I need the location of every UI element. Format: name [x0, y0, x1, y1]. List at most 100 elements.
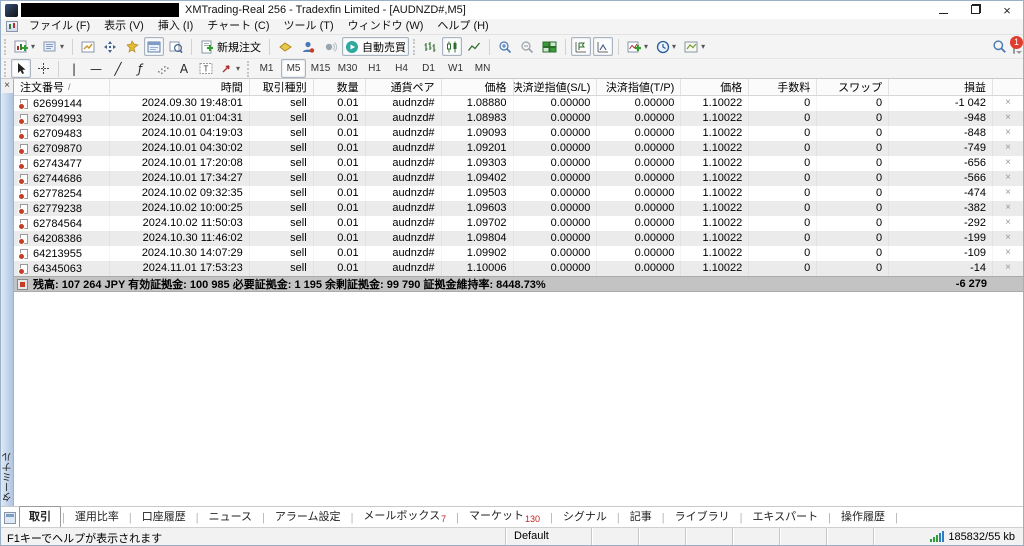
table-row[interactable]: 62704993 2024.10.01 01:04:31 sell 0.01 a…	[14, 111, 1023, 126]
navigator-button[interactable]	[122, 37, 142, 56]
column-header-open-price[interactable]: 価格	[442, 79, 514, 95]
tab-account-history[interactable]: 口座履歴	[133, 507, 195, 527]
menu-item[interactable]: チャート (C)	[200, 19, 276, 34]
column-header-swap[interactable]: スワップ	[817, 79, 889, 95]
terminal-close-button[interactable]: ×	[1, 79, 13, 93]
close-order-button[interactable]: ×	[993, 126, 1023, 141]
close-order-button[interactable]: ×	[993, 261, 1023, 276]
vertical-line-button[interactable]: |	[64, 59, 84, 78]
timeframe-button-h1[interactable]: H1	[362, 59, 387, 78]
channel-button[interactable]	[152, 59, 172, 78]
tile-windows-button[interactable]	[539, 37, 560, 56]
column-header-volume[interactable]: 数量	[314, 79, 366, 95]
timeframe-button-d1[interactable]: D1	[416, 59, 441, 78]
cursor-button[interactable]	[11, 59, 31, 78]
market-watch-button[interactable]	[78, 37, 98, 56]
close-order-button[interactable]: ×	[993, 216, 1023, 231]
status-connection[interactable]: 185832/55 kb	[873, 528, 1023, 545]
timeframe-button-m15[interactable]: M15	[308, 59, 333, 78]
close-order-button[interactable]: ×	[993, 171, 1023, 186]
tab-news[interactable]: ニュース	[200, 507, 261, 527]
column-header-type[interactable]: 取引種別	[250, 79, 314, 95]
tab-journal[interactable]: 操作履歴	[832, 507, 894, 527]
templates-button[interactable]: ▾	[681, 37, 708, 56]
tab-library[interactable]: ライブラリ	[666, 507, 739, 527]
search-button[interactable]	[989, 37, 1010, 56]
close-button[interactable]: ×	[991, 1, 1023, 19]
status-profile[interactable]: Default	[505, 528, 591, 545]
indicators-button[interactable]: ▾	[624, 37, 651, 56]
data-window-button[interactable]	[100, 37, 120, 56]
table-row[interactable]: 62779238 2024.10.02 10:00:25 sell 0.01 a…	[14, 201, 1023, 216]
close-order-button[interactable]: ×	[993, 141, 1023, 156]
terminal-button[interactable]	[144, 37, 164, 56]
panel-dock-icon[interactable]	[4, 512, 16, 524]
tab-articles[interactable]: 記事	[621, 507, 661, 527]
fibonacci-button[interactable]: ƒ	[130, 59, 150, 78]
profiles-button[interactable]: ▾	[40, 37, 67, 56]
close-order-button[interactable]: ×	[993, 111, 1023, 126]
column-header-order[interactable]: 注文番号 /	[14, 79, 110, 95]
arrows-button[interactable]: ▾	[218, 59, 243, 78]
tab-trade[interactable]: 取引	[19, 506, 61, 527]
metaeditor-button[interactable]	[275, 37, 296, 56]
new-chart-button[interactable]: ▾	[11, 37, 38, 56]
bar-chart-button[interactable]	[420, 37, 440, 56]
table-row[interactable]: 64345063 2024.11.01 17:53:23 sell 0.01 a…	[14, 261, 1023, 276]
close-order-button[interactable]: ×	[993, 156, 1023, 171]
column-header-commission[interactable]: 手数料	[749, 79, 817, 95]
close-order-button[interactable]: ×	[993, 246, 1023, 261]
horizontal-line-button[interactable]: —	[86, 59, 106, 78]
crosshair-button[interactable]	[33, 59, 53, 78]
table-row[interactable]: 62784564 2024.10.02 11:50:03 sell 0.01 a…	[14, 216, 1023, 231]
tab-exposure[interactable]: 運用比率	[66, 507, 128, 527]
sound-button[interactable]	[320, 37, 340, 56]
menu-item[interactable]: 挿入 (I)	[151, 19, 200, 34]
column-header-symbol[interactable]: 通貨ペア	[366, 79, 442, 95]
column-header-sl[interactable]: 決済逆指値(S/L)	[514, 79, 598, 95]
ohlc-toggle-button[interactable]	[593, 37, 613, 56]
column-header-time[interactable]: 時間	[110, 79, 250, 95]
menu-item[interactable]: ヘルプ (H)	[430, 19, 495, 34]
chart-window-icon[interactable]	[6, 21, 18, 32]
timeframe-button-mn[interactable]: MN	[470, 59, 495, 78]
autotrade-button[interactable]: 自動売買	[342, 37, 409, 56]
close-order-button[interactable]: ×	[993, 96, 1023, 111]
menu-item[interactable]: ウィンドウ (W)	[341, 19, 431, 34]
column-header-tp[interactable]: 決済指値(T/P)	[597, 79, 681, 95]
text-button[interactable]: A	[174, 59, 194, 78]
trendline-button[interactable]: ╱	[108, 59, 128, 78]
timeframe-button-h4[interactable]: H4	[389, 59, 414, 78]
period-separators-button[interactable]	[571, 37, 591, 56]
tab-market[interactable]: マーケット130	[460, 506, 549, 527]
tab-mailbox[interactable]: メールボックス7	[354, 506, 455, 527]
tab-alerts[interactable]: アラーム設定	[266, 507, 350, 527]
text-label-button[interactable]: T	[196, 59, 216, 78]
community-button[interactable]	[298, 37, 318, 56]
minimize-button[interactable]	[927, 1, 959, 19]
tab-signals[interactable]: シグナル	[554, 507, 616, 527]
timeframe-button-w1[interactable]: W1	[443, 59, 468, 78]
timeframe-button-m1[interactable]: M1	[254, 59, 279, 78]
candlestick-button[interactable]	[442, 37, 462, 56]
close-order-button[interactable]: ×	[993, 186, 1023, 201]
strategy-tester-button[interactable]	[166, 37, 186, 56]
restore-button[interactable]	[959, 1, 991, 19]
timeframe-button-m5[interactable]: M5	[281, 59, 306, 78]
table-row[interactable]: 62778254 2024.10.02 09:32:35 sell 0.01 a…	[14, 186, 1023, 201]
zoom-in-button[interactable]	[495, 37, 515, 56]
line-chart-button[interactable]	[464, 37, 484, 56]
close-order-button[interactable]: ×	[993, 201, 1023, 216]
periods-button[interactable]: ▾	[653, 37, 679, 56]
menu-item[interactable]: 表示 (V)	[97, 19, 151, 34]
table-row[interactable]: 62699144 2024.09.30 19:48:01 sell 0.01 a…	[14, 96, 1023, 111]
table-row[interactable]: 64213955 2024.10.30 14:07:29 sell 0.01 a…	[14, 246, 1023, 261]
tab-experts[interactable]: エキスパート	[743, 507, 827, 527]
menu-item[interactable]: ツール (T)	[277, 19, 341, 34]
menu-item[interactable]: ファイル (F)	[22, 19, 97, 34]
table-row[interactable]: 62744686 2024.10.01 17:34:27 sell 0.01 a…	[14, 171, 1023, 186]
table-row[interactable]: 62743477 2024.10.01 17:20:08 sell 0.01 a…	[14, 156, 1023, 171]
timeframe-button-m30[interactable]: M30	[335, 59, 360, 78]
table-row[interactable]: 62709483 2024.10.01 04:19:03 sell 0.01 a…	[14, 126, 1023, 141]
table-row[interactable]: 64208386 2024.10.30 11:46:02 sell 0.01 a…	[14, 231, 1023, 246]
